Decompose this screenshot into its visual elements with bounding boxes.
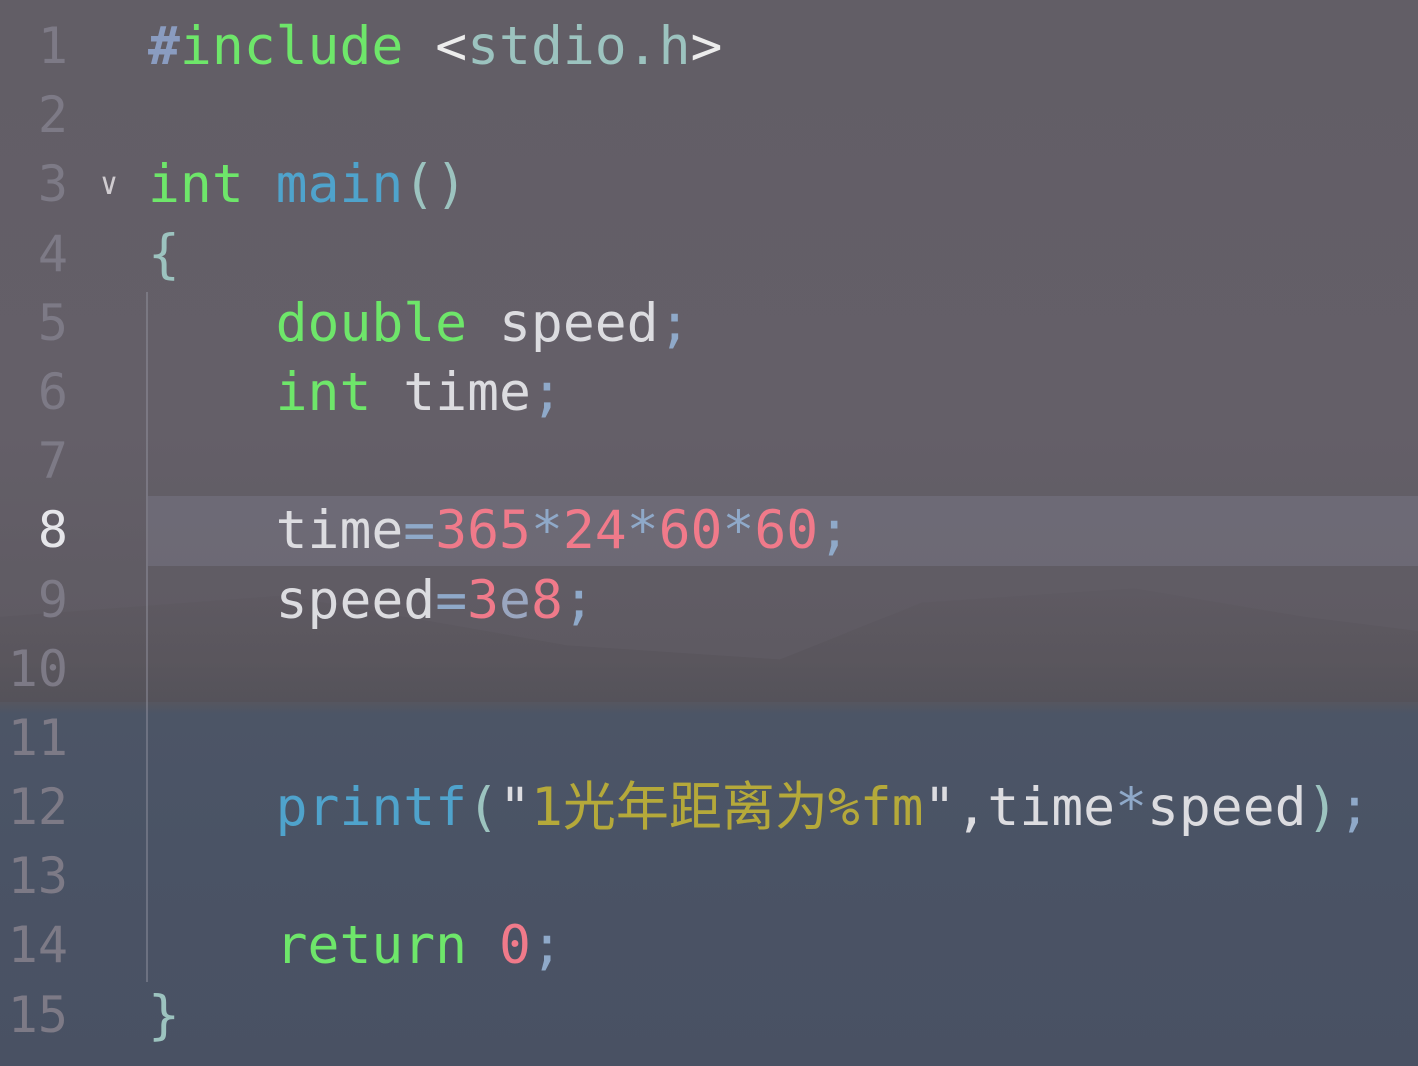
code-token: ; (530, 361, 563, 423)
code-token: ( (467, 777, 500, 839)
line-number: 14 (7, 916, 68, 975)
line-number: 5 (37, 293, 68, 352)
code-token: int (275, 361, 372, 423)
code-token: time (275, 500, 404, 562)
line-number: 6 (37, 362, 68, 421)
code-token: 60 (658, 500, 723, 562)
code-token: * (1115, 777, 1147, 839)
line-number: 13 (7, 847, 68, 906)
code-line[interactable]: 2 (0, 81, 1418, 150)
code-line[interactable]: 12 printf("1光年距离为%fm",time*speed); (0, 773, 1418, 842)
code-token: = (403, 500, 436, 562)
code-token: = (435, 569, 468, 631)
code-text: time=365*24*60*60; (148, 496, 850, 565)
code-token: < (435, 16, 468, 77)
code-token: ; (530, 915, 563, 977)
code-text: double speed; (148, 289, 691, 358)
line-number: 1 (37, 17, 68, 75)
code-line[interactable]: 1 #include <stdio.h> (0, 12, 1418, 81)
line-number: 8 (37, 501, 68, 560)
code-token: > (690, 16, 723, 77)
code-line[interactable]: 13 (0, 842, 1418, 911)
code-token: , (955, 777, 988, 839)
code-token: e (499, 569, 531, 631)
line-number: 4 (37, 224, 68, 283)
code-line[interactable]: 8 time=365*24*60*60; (38, 496, 1418, 566)
code-token: printf (275, 777, 468, 839)
code-text: } (148, 981, 180, 1050)
code-token: # (148, 16, 180, 77)
code-token: speed (499, 292, 659, 354)
code-token: 24 (562, 500, 627, 562)
code-token: time (403, 361, 531, 423)
code-token: main (275, 154, 404, 216)
line-number: 12 (7, 778, 68, 837)
code-token: * (626, 500, 659, 562)
line-number: 9 (37, 570, 68, 629)
code-token: * (722, 500, 755, 562)
line-number: 10 (7, 639, 68, 698)
code-token: 3 (467, 569, 500, 631)
code-token: 60 (754, 500, 819, 562)
line-number: 2 (37, 86, 68, 145)
line-number: 11 (7, 708, 68, 767)
code-token: ) (1306, 777, 1339, 839)
code-token: () (403, 154, 468, 216)
code-line[interactable]: 6 int time; (0, 358, 1418, 427)
code-token: ; (658, 292, 691, 354)
line-number: 7 (37, 432, 68, 491)
code-line[interactable]: 10 (0, 635, 1418, 704)
code-token: 365 (435, 500, 531, 562)
code-line[interactable]: 11 (0, 704, 1418, 773)
code-token: double (275, 292, 468, 354)
code-token: speed (275, 569, 436, 631)
code-token: 0 (499, 915, 531, 977)
code-token: ; (1338, 777, 1371, 839)
code-token: " (499, 777, 531, 839)
line-number: 3 (37, 155, 68, 214)
code-token: { (148, 223, 180, 285)
code-line[interactable]: 4{ (0, 220, 1418, 289)
code-token: ; (562, 569, 595, 631)
code-token: speed (1146, 777, 1307, 839)
fold-chevron-icon[interactable]: ∨ (100, 150, 118, 219)
code-line[interactable]: 5 double speed; (0, 289, 1418, 358)
code-text: int main() (148, 150, 467, 219)
code-text: return 0; (148, 911, 563, 980)
code-text: { (148, 220, 180, 289)
code-token: time (987, 777, 1116, 839)
code-token: ; (818, 500, 851, 562)
code-text: int time; (148, 358, 563, 427)
code-token: } (148, 984, 180, 1046)
code-token: " (923, 777, 956, 839)
code-line[interactable]: 3 ∨ int main() (0, 150, 1418, 219)
code-token: include (179, 16, 404, 77)
code-token: return (275, 915, 468, 977)
code-token: int (148, 154, 244, 216)
code-token: 8 (530, 569, 563, 631)
code-editor[interactable]: 1 #include <stdio.h> 2 3 ∨ int main() 4{5 doub… (0, 12, 1418, 1050)
code-token: stdio.h (467, 16, 691, 77)
code-line[interactable]: 14 return 0; (0, 911, 1418, 980)
code-token: * (530, 500, 563, 562)
code-token: 1光年距离为%fm (530, 777, 924, 839)
code-line[interactable]: 7 (0, 427, 1418, 496)
code-text: #include <stdio.h> (148, 12, 722, 81)
code-line[interactable]: 15} (0, 981, 1418, 1050)
line-number: 15 (7, 985, 68, 1044)
code-line[interactable]: 9 speed=3e8; (0, 566, 1418, 635)
code-text: speed=3e8; (148, 566, 595, 635)
code-text: printf("1光年距离为%fm",time*speed); (148, 773, 1371, 842)
